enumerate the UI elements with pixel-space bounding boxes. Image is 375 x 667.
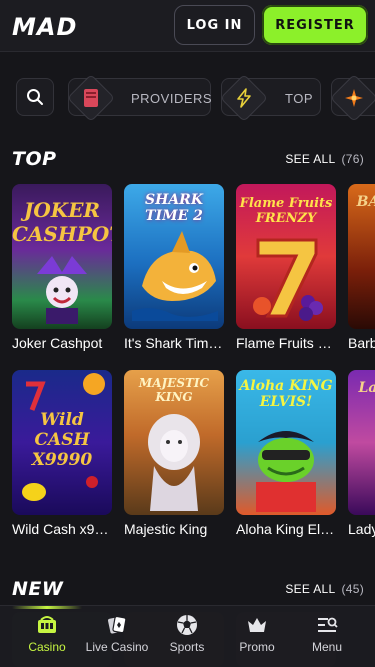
slot-machine-icon	[36, 614, 58, 636]
see-all-label: SEE ALL	[285, 582, 336, 596]
count-badge: (45)	[341, 582, 364, 596]
game-title[interactable]: Wild Cash x9990	[12, 521, 112, 537]
section-title: NEW	[12, 578, 64, 600]
see-all-new-link[interactable]: SEE ALL (45)	[285, 582, 364, 596]
game-tile-shark-time[interactable]: SHARK TIME 2	[124, 184, 224, 329]
game-title[interactable]: Lady	[348, 521, 375, 537]
game-tile-barbarian[interactable]: BA	[348, 184, 375, 329]
nav-sports[interactable]: Sports	[152, 606, 222, 667]
nav-label: Promo	[239, 640, 275, 654]
joker-art	[37, 256, 87, 324]
search-button[interactable]	[16, 78, 54, 116]
soccer-ball-icon	[176, 614, 198, 636]
game-tile-joker-cashpot[interactable]: JOKER CASHPOT	[12, 184, 112, 329]
game-title[interactable]: Barbarian	[348, 335, 375, 351]
nav-casino[interactable]: Casino	[12, 606, 82, 667]
nav-promo[interactable]: Promo	[222, 606, 292, 667]
nav-live-casino[interactable]: Live Casino	[82, 606, 152, 667]
seven-art	[253, 238, 323, 321]
filter-providers-label: PROVIDERS	[131, 91, 213, 106]
game-art-text: MAJESTIC KING	[138, 376, 210, 404]
shark-art	[132, 231, 218, 321]
game-title[interactable]: Joker Cashpot	[12, 335, 112, 351]
nav-label: Live Casino	[85, 640, 149, 654]
game-art-text: BA	[356, 194, 375, 210]
game-art-text: SHARK TIME 2	[144, 192, 203, 224]
game-title[interactable]: Aloha King Elvis!	[236, 521, 336, 537]
see-all-top-link[interactable]: SEE ALL (76)	[285, 152, 364, 166]
lion-art	[148, 414, 200, 511]
game-art-text: La	[358, 380, 375, 396]
nav-label: Sports	[169, 640, 205, 654]
filter-top-label: TOP	[285, 91, 313, 106]
filter-third[interactable]	[329, 73, 375, 123]
register-button[interactable]: REGISTER	[262, 5, 368, 45]
game-art-text: Flame Fruits FRENZY	[239, 196, 333, 226]
game-art-text: Aloha KING ELVIS!	[239, 378, 333, 410]
game-art-text: JOKER CASHPOT	[12, 198, 112, 246]
game-tile-lady[interactable]: La	[348, 370, 375, 515]
star-burst-icon	[344, 88, 364, 108]
filter-top[interactable]: TOP	[219, 73, 321, 123]
game-tile-majestic-king[interactable]: MAJESTIC KING	[124, 370, 224, 515]
fruit-art	[22, 373, 105, 501]
game-tile-wild-cash[interactable]: Wild CASH X9990	[12, 370, 112, 515]
logo[interactable]: MAD	[12, 13, 77, 41]
section-top-header: TOP SEE ALL (76)	[12, 148, 364, 170]
game-title[interactable]: It's Shark Time!2	[124, 335, 224, 351]
top-header: MAD LOG IN REGISTER	[0, 0, 375, 52]
search-icon	[27, 89, 43, 105]
game-tile-flame-fruits[interactable]: Flame Fruits FRENZY	[236, 184, 336, 329]
game-tile-aloha-king-elvis[interactable]: Aloha KING ELVIS!	[236, 370, 336, 515]
menu-icon	[316, 614, 338, 636]
count-badge: (76)	[341, 152, 364, 166]
playing-cards-icon	[106, 614, 128, 636]
crown-icon	[246, 614, 268, 636]
login-button[interactable]: LOG IN	[174, 5, 255, 45]
bottom-nav: Casino Live Casino Sports Promo Menu	[0, 605, 375, 667]
lightning-icon	[234, 88, 254, 108]
game-title[interactable]: Flame Fruits Frenzy	[236, 335, 336, 351]
nav-menu[interactable]: Menu	[292, 606, 362, 667]
nav-label: Menu	[311, 640, 343, 654]
filter-bar: PROVIDERS TOP	[16, 73, 375, 123]
book-icon	[81, 88, 101, 108]
nav-label: Casino	[28, 640, 66, 654]
filter-providers[interactable]: PROVIDERS	[66, 73, 213, 123]
game-title[interactable]: Majestic King	[124, 521, 224, 537]
frog-art	[256, 431, 316, 512]
see-all-label: SEE ALL	[285, 152, 336, 166]
section-title: TOP	[12, 148, 57, 170]
section-new-header: NEW SEE ALL (45)	[12, 578, 364, 600]
